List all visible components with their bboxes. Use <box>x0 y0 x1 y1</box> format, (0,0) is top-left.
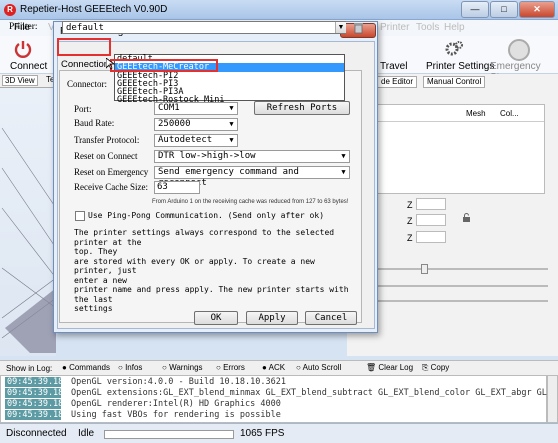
statusbar: Disconnected Idle 1065 FPS <box>0 423 558 443</box>
transfer-protocol-select[interactable]: Autodetect ▼ <box>154 134 238 147</box>
slider-track-1[interactable] <box>372 268 548 270</box>
baud-rate-select[interactable]: 250000 ▼ <box>154 118 238 131</box>
grid-header-col: Col... <box>500 109 519 118</box>
z-label-3: Z <box>407 233 413 243</box>
emergency-stop-icon[interactable] <box>508 39 530 61</box>
info-line: The printer settings always correspond t… <box>74 228 335 247</box>
chevron-down-icon: ▼ <box>229 104 234 112</box>
selected-option-highlight <box>110 59 218 72</box>
reset-on-connect-label: Reset on Connect <box>74 151 138 161</box>
log-filter-errors[interactable]: ○ Errors <box>216 363 245 372</box>
printer-select-value: default <box>66 23 104 33</box>
log-scrollbar[interactable] <box>547 375 558 423</box>
chevron-down-icon: ▼ <box>229 136 234 144</box>
log-filter-ack[interactable]: ● ACK <box>262 363 285 372</box>
gears-icon[interactable] <box>444 40 464 60</box>
info-text: The printer settings always correspond t… <box>74 228 354 314</box>
log-row: 09:45:39.185 OpenGL version:4.0.0 - Build… <box>5 377 286 387</box>
apply-button[interactable]: Apply <box>246 311 298 325</box>
menu-tools[interactable]: Tools <box>416 22 439 33</box>
grid-header-mesh: Mesh <box>466 109 486 118</box>
show-in-log-label: Show in Log: <box>6 364 53 373</box>
progress-bar <box>104 430 234 439</box>
info-line: top. They <box>74 247 118 256</box>
chevron-down-icon: ▼ <box>341 152 346 160</box>
left-tabs: 3D View Te <box>0 74 60 88</box>
info-line: are stored with every OK or apply. To cr… <box>74 256 315 276</box>
tab-manual-control[interactable]: Manual Control <box>423 76 486 88</box>
copy-log-button[interactable]: ⎘ Copy <box>422 363 449 373</box>
z-input-2[interactable] <box>416 214 446 226</box>
printer-settings-button[interactable]: Printer Settings <box>426 61 494 72</box>
port-label: Port: <box>74 104 92 114</box>
chevron-down-icon: ▼ <box>229 120 234 128</box>
receive-cache-input[interactable]: 63 <box>154 181 200 194</box>
3d-viewport[interactable] <box>0 88 57 356</box>
z-input-3[interactable] <box>416 231 446 243</box>
transfer-protocol-label: Transfer Protocol: <box>74 135 140 145</box>
lock-icon[interactable] <box>462 213 471 222</box>
window-title: Repetier-Host GEEEtech V0.90D <box>20 4 168 15</box>
printer-select[interactable]: default ▼ <box>62 21 346 34</box>
log-auto-scroll[interactable]: ○ Auto Scroll <box>296 363 341 372</box>
dropdown-option-rostock-mini[interactable]: GEEEtech-Rostock Mini <box>117 96 224 105</box>
log-row: 09:45:39.186 Using fast VBOs for renderin… <box>5 410 281 420</box>
z-input-1[interactable] <box>416 198 446 210</box>
slider-track-2[interactable] <box>372 285 548 287</box>
printer-label: Printer: <box>9 22 38 32</box>
info-line: printer name and press apply. The new pr… <box>74 285 349 304</box>
log-filter-commands[interactable]: ● Commands <box>62 363 110 372</box>
ping-pong-checkbox[interactable] <box>75 211 85 221</box>
connection-status: Disconnected <box>6 428 67 439</box>
log-row: 09:45:39.185 OpenGL extensions:GL_EXT_ble… <box>5 388 558 398</box>
connector-label: Connector: <box>67 79 107 89</box>
log-filter-warnings[interactable]: ○ Warnings <box>162 363 203 372</box>
log-toolbar: Show in Log: ● Commands ○ Infos ○ Warnin… <box>0 360 558 375</box>
tab-connection[interactable]: Connection <box>61 59 109 70</box>
delete-printer-icon[interactable] <box>352 21 365 34</box>
chevron-down-icon[interactable]: ▼ <box>335 22 346 33</box>
printer-state: Idle <box>78 428 95 439</box>
tab-3d-view[interactable]: 3D View <box>2 75 38 86</box>
receive-cache-label: Receive Cache Size: <box>74 182 148 192</box>
connect-button[interactable]: Connect <box>10 61 47 72</box>
ping-pong-label: Use Ping-Pong Communication. (Send only … <box>88 211 325 220</box>
app-icon: R <box>4 4 16 16</box>
ok-button[interactable]: OK <box>194 311 238 325</box>
refresh-ports-button[interactable]: Refresh Ports <box>254 101 350 115</box>
cancel-button[interactable]: Cancel <box>305 311 357 325</box>
clear-log-button[interactable]: 🗑 Clear Log <box>366 363 413 372</box>
log-row: 09:45:39.185 OpenGL renderer:Intel(R) HD … <box>5 399 281 409</box>
tab-gcode-editor[interactable]: de Editor <box>377 76 418 88</box>
maximize-button[interactable]: □ <box>490 1 518 18</box>
slider-track-3[interactable] <box>372 300 548 302</box>
power-icon[interactable] <box>14 40 32 58</box>
info-line: enter a new <box>74 275 127 285</box>
reset-on-connect-select[interactable]: DTR low->high->low ▼ <box>154 150 350 163</box>
travel-label: Travel <box>380 61 408 72</box>
fps-counter: 1065 FPS <box>240 428 285 439</box>
menu-help[interactable]: Help <box>444 22 465 33</box>
printer-label-highlight <box>57 38 111 56</box>
slider-thumb-1[interactable] <box>421 264 428 274</box>
baud-rate-label: Baud Rate: <box>74 118 115 128</box>
log-area[interactable]: 09:45:39.185 OpenGL version:4.0.0 - Build… <box>0 375 558 423</box>
reset-on-emergency-label: Reset on Emergency <box>74 167 149 177</box>
menu-printer[interactable]: Printer <box>380 22 409 33</box>
mouse-cursor-icon <box>105 57 116 70</box>
z-label-2: Z <box>407 216 413 226</box>
z-label: Z <box>407 200 413 210</box>
cache-note: From Arduino 1 on the receiving cache wa… <box>152 199 349 205</box>
log-filter-infos[interactable]: ○ Infos <box>118 363 142 372</box>
reset-on-emergency-select[interactable]: Send emergency command and reconnect▼ <box>154 166 350 188</box>
minimize-button[interactable]: — <box>461 1 489 18</box>
close-button[interactable]: ✕ <box>519 1 555 18</box>
chevron-down-icon: ▼ <box>341 168 346 176</box>
